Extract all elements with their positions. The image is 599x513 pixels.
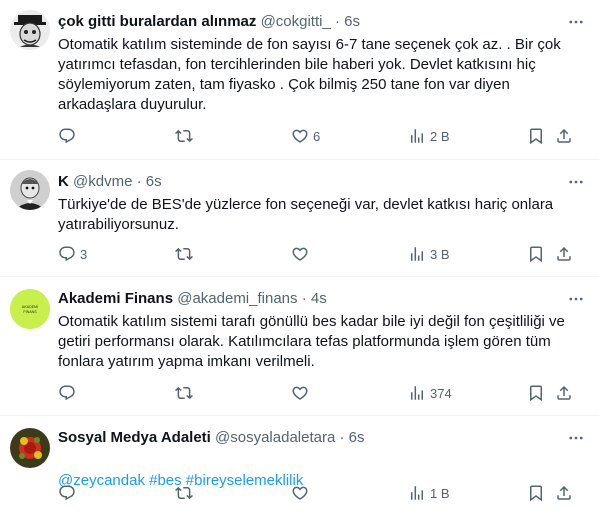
- share-button[interactable]: [555, 244, 573, 264]
- share-button[interactable]: [555, 126, 573, 146]
- username[interactable]: @cokgitti_: [261, 13, 331, 30]
- separator: ·: [339, 429, 345, 446]
- like-button[interactable]: [291, 383, 313, 403]
- views-count: 2 B: [430, 128, 450, 144]
- avatar-image: [10, 10, 50, 50]
- views-button[interactable]: 1 B: [408, 483, 450, 503]
- views-icon: [411, 386, 423, 400]
- avatar[interactable]: AKADEMİ FİNANS: [10, 289, 50, 329]
- avatar-image: [10, 428, 50, 468]
- timestamp[interactable]: 6s: [146, 173, 162, 190]
- share-icon: [557, 128, 571, 143]
- views-icon: [411, 486, 423, 500]
- bookmark-button[interactable]: [527, 244, 545, 264]
- bookmark-button[interactable]: [527, 383, 545, 403]
- views-button[interactable]: 2 B: [408, 126, 450, 146]
- like-button[interactable]: [291, 244, 313, 264]
- retweet-button[interactable]: [175, 126, 197, 146]
- tweet-actions: 6 2 B: [58, 126, 583, 146]
- tweet-actions: 1 B: [58, 483, 583, 503]
- tweet[interactable]: çok gitti buralardan alınmaz @cokgitti_ …: [0, 0, 599, 160]
- avatar-logo-text: AKADEMİ: [22, 304, 38, 309]
- like-icon: [292, 386, 308, 400]
- bookmark-icon: [530, 128, 542, 145]
- bookmark-button[interactable]: [527, 483, 545, 503]
- more-icon[interactable]: [567, 173, 585, 191]
- like-count: 6: [313, 128, 321, 144]
- bookmark-icon: [530, 385, 542, 402]
- tweet-text: Otomatik katılım sisteminde de fon sayıs…: [58, 36, 561, 113]
- retweet-icon: [175, 247, 193, 261]
- reply-icon: [59, 246, 75, 262]
- views-button[interactable]: 3 B: [408, 244, 450, 264]
- retweet-icon: [175, 129, 193, 143]
- tweet[interactable]: K @kdvme · 6s Türkiye'de de BES'de yüzle…: [0, 160, 599, 277]
- reply-button[interactable]: 3: [58, 244, 87, 264]
- timestamp[interactable]: 6s: [349, 429, 365, 446]
- tweet-text: Türkiye'de de BES'de yüzlerce fon seçene…: [58, 196, 554, 233]
- username[interactable]: @kdvme: [73, 173, 132, 190]
- tweet-text: Otomatik katılım sistemi tarafı gönüllü …: [58, 313, 565, 370]
- views-count: 1 B: [430, 485, 450, 501]
- tweet-feed: çok gitti buralardan alınmaz @cokgitti_ …: [0, 0, 599, 513]
- tweet[interactable]: Sosyal Medya Adaleti @sosyaladaletara · …: [0, 416, 599, 513]
- share-icon: [557, 385, 571, 400]
- share-icon: [557, 485, 571, 500]
- username[interactable]: @akademi_finans: [177, 290, 297, 307]
- bookmark-icon: [530, 485, 542, 502]
- like-icon: [292, 486, 308, 500]
- reply-button[interactable]: [58, 383, 80, 403]
- retweet-icon: [175, 386, 193, 400]
- share-button[interactable]: [555, 383, 573, 403]
- like-button[interactable]: 6: [291, 126, 320, 146]
- views-icon: [411, 129, 423, 143]
- svg-text:FİNANS: FİNANS: [23, 309, 37, 314]
- display-name[interactable]: K: [58, 173, 69, 190]
- retweet-button[interactable]: [175, 244, 197, 264]
- tweet-actions: 3 3 B: [58, 244, 583, 264]
- separator: ·: [335, 13, 340, 30]
- tweet[interactable]: AKADEMİ FİNANS Akademi Finans @akademi_f…: [0, 277, 599, 416]
- username[interactable]: @sosyaladaletara: [215, 429, 335, 446]
- bookmark-icon: [530, 246, 542, 263]
- share-button[interactable]: [555, 483, 573, 503]
- reply-button[interactable]: [58, 126, 80, 146]
- views-count: 374: [430, 385, 452, 401]
- separator: ·: [301, 290, 307, 307]
- reply-icon: [59, 128, 75, 144]
- tweet-actions: 374: [58, 383, 583, 403]
- display-name[interactable]: Akademi Finans: [58, 290, 173, 307]
- avatar[interactable]: [10, 170, 50, 210]
- avatar-image: [10, 170, 50, 210]
- timestamp[interactable]: 6s: [344, 13, 360, 30]
- views-count: 3 B: [430, 246, 450, 262]
- more-icon[interactable]: [567, 429, 585, 447]
- reply-count: 3: [80, 246, 88, 262]
- like-button[interactable]: [291, 483, 313, 503]
- avatar-image: AKADEMİ FİNANS: [10, 289, 50, 329]
- like-icon: [292, 247, 308, 261]
- retweet-button[interactable]: [175, 383, 197, 403]
- reply-icon: [59, 485, 75, 501]
- retweet-icon: [175, 486, 193, 500]
- more-icon[interactable]: [567, 13, 585, 31]
- views-button[interactable]: 374: [408, 383, 452, 403]
- retweet-button[interactable]: [175, 483, 197, 503]
- reply-button[interactable]: [58, 483, 80, 503]
- separator: ·: [136, 173, 142, 190]
- views-icon: [411, 247, 423, 261]
- share-icon: [557, 246, 571, 261]
- timestamp[interactable]: 4s: [311, 290, 327, 307]
- display-name[interactable]: çok gitti buralardan alınmaz: [58, 13, 256, 30]
- display-name[interactable]: Sosyal Medya Adaleti: [58, 429, 211, 446]
- avatar[interactable]: [10, 10, 50, 50]
- like-icon: [292, 129, 308, 143]
- reply-icon: [59, 385, 75, 401]
- bookmark-button[interactable]: [527, 126, 545, 146]
- avatar[interactable]: [10, 428, 50, 468]
- more-icon[interactable]: [567, 290, 585, 308]
